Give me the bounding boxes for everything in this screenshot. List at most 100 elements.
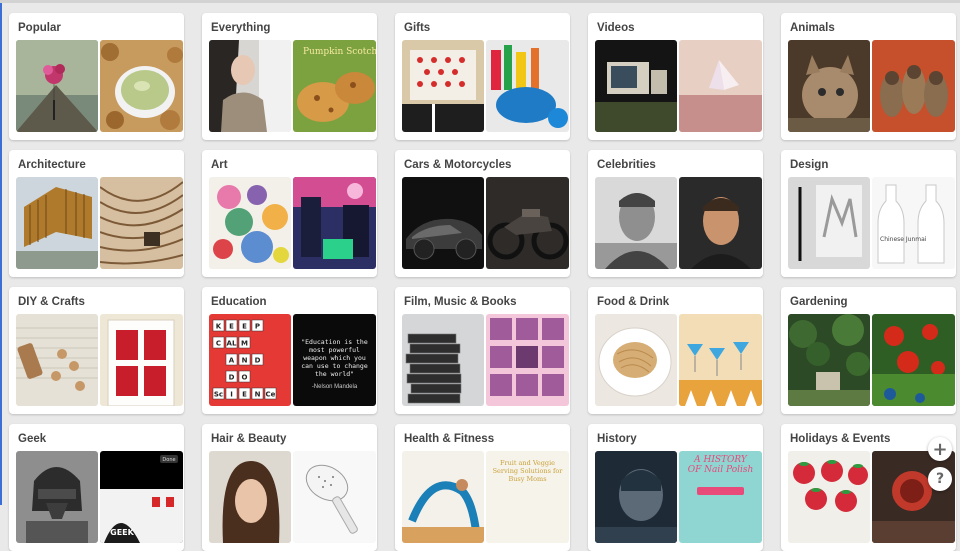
category-title: Animals [790, 22, 835, 34]
category-title: Architecture [18, 159, 86, 171]
category-thumbnail: Chinese Junmai [872, 177, 955, 269]
category-card-cars-motorcycles[interactable]: Cars & Motorcycles [395, 150, 570, 277]
category-thumbnail [679, 314, 762, 406]
category-title: Everything [211, 22, 271, 34]
element-tile: C [216, 340, 221, 348]
category-card-art[interactable]: Art [202, 150, 377, 277]
category-thumbnail [788, 451, 870, 543]
element-tile: Sc [214, 391, 223, 399]
category-thumbnail [402, 177, 484, 269]
category-thumbnail [679, 177, 762, 269]
category-card-gifts[interactable]: Gifts [395, 13, 570, 140]
category-card-everything[interactable]: Everything Pumpkin Scotchies [202, 13, 377, 140]
category-thumbnail [595, 177, 677, 269]
element-tile: Ce [266, 391, 276, 399]
category-thumbnail [595, 451, 677, 543]
category-card-gardening[interactable]: Gardening [781, 287, 956, 414]
category-thumbnail: Fruit and Veggie Serving Solutions for B… [486, 451, 569, 543]
category-thumbnail [16, 177, 98, 269]
category-thumbnail [209, 451, 291, 543]
category-title: History [597, 433, 637, 445]
category-card-hair-beauty[interactable]: Hair & Beauty [202, 424, 377, 551]
category-title: Popular [18, 22, 61, 34]
element-tile: E [242, 391, 247, 399]
category-card-architecture[interactable]: Architecture [9, 150, 184, 277]
category-card-popular[interactable]: Popular [9, 13, 184, 140]
category-title: Geek [18, 433, 47, 445]
element-tile: N [242, 357, 248, 365]
category-thumbnail [872, 451, 955, 543]
category-thumbnail [486, 40, 569, 132]
help-button[interactable]: ? [928, 467, 952, 491]
thumbnail-caption: GEEK [110, 528, 134, 537]
quote-author: -Nelson Mandela [311, 384, 358, 390]
window-left-edge [0, 0, 2, 505]
category-card-geek[interactable]: Geek Done GEEK [9, 424, 184, 551]
category-thumbnail [16, 451, 98, 543]
category-thumbnail [16, 40, 98, 132]
category-thumbnail [402, 40, 484, 132]
category-title: Food & Drink [597, 296, 670, 308]
thumbnail-caption: Chinese Junmai [880, 236, 927, 243]
element-tile: D [255, 357, 261, 365]
category-title: Education [211, 296, 267, 308]
category-thumbnail [293, 451, 376, 543]
category-thumbnail [16, 314, 98, 406]
thumbnail-caption: A HISTORY OF Nail Polish [687, 455, 754, 475]
category-title: Celebrities [597, 159, 656, 171]
category-thumbnail: Done GEEK [100, 451, 183, 543]
category-thumbnail [402, 314, 484, 406]
category-title: Film, Music & Books [404, 296, 517, 308]
element-tile: K [216, 323, 222, 331]
thumbnail-banner [697, 487, 744, 495]
thumbnail-caption: Fruit and Veggie Serving Solutions for B… [492, 459, 563, 483]
category-thumbnail [788, 40, 870, 132]
category-title: Cars & Motorcycles [404, 159, 512, 171]
element-tile: E [229, 323, 234, 331]
category-thumbnail [209, 177, 291, 269]
category-title: Art [211, 159, 228, 171]
category-thumbnail [595, 314, 677, 406]
category-thumbnail [100, 177, 183, 269]
category-title: Hair & Beauty [211, 433, 287, 445]
category-card-videos[interactable]: Videos [588, 13, 763, 140]
category-thumbnail [788, 314, 870, 406]
category-card-celebrities[interactable]: Celebrities [588, 150, 763, 277]
window-top-edge [0, 0, 960, 3]
category-thumbnail: K E E P C AL M A N D D O Sc I E N Ce [209, 314, 291, 406]
element-tile: I [230, 391, 233, 399]
quote-text: "Education is the most powerful weapon w… [301, 338, 368, 378]
element-tile: M [241, 340, 248, 348]
category-grid: Popular Everything Pumpkin Scotch Gifts … [9, 13, 956, 551]
category-thumbnail [402, 451, 484, 543]
category-thumbnail [100, 314, 183, 406]
category-title: Health & Fitness [404, 433, 495, 445]
category-thumbnail: A HISTORY OF Nail Polish [679, 451, 762, 543]
category-thumbnail [209, 40, 291, 132]
element-tile: P [255, 323, 260, 331]
category-card-animals[interactable]: Animals [781, 13, 956, 140]
element-tile: E [242, 323, 247, 331]
category-thumbnail [100, 40, 183, 132]
category-thumbnail: Pumpkin Scotchies [293, 40, 376, 132]
category-card-food-drink[interactable]: Food & Drink [588, 287, 763, 414]
category-card-design[interactable]: Design Chinese Junmai [781, 150, 956, 277]
category-card-education[interactable]: Education K E E P C AL M A N D D O Sc I … [202, 287, 377, 414]
category-thumbnail [486, 177, 569, 269]
category-card-film-music-books[interactable]: Film, Music & Books [395, 287, 570, 414]
category-title: Videos [597, 22, 635, 34]
category-thumbnail [679, 40, 762, 132]
category-thumbnail [788, 177, 870, 269]
category-thumbnail [293, 177, 376, 269]
add-button[interactable]: + [928, 437, 952, 461]
category-title: Design [790, 159, 829, 171]
category-thumbnail [872, 40, 955, 132]
category-card-diy-crafts[interactable]: DIY & Crafts [9, 287, 184, 414]
category-card-health-fitness[interactable]: Health & Fitness Fruit and Veggie Servin… [395, 424, 570, 551]
element-tile: A [229, 357, 235, 365]
category-card-history[interactable]: History A HISTORY OF Nail Polish [588, 424, 763, 551]
category-thumbnail: "Education is the most powerful weapon w… [293, 314, 376, 406]
thumbnail-caption: Pumpkin Scotchies [303, 47, 376, 57]
category-title: Gardening [790, 296, 848, 308]
category-title: Gifts [404, 22, 431, 34]
